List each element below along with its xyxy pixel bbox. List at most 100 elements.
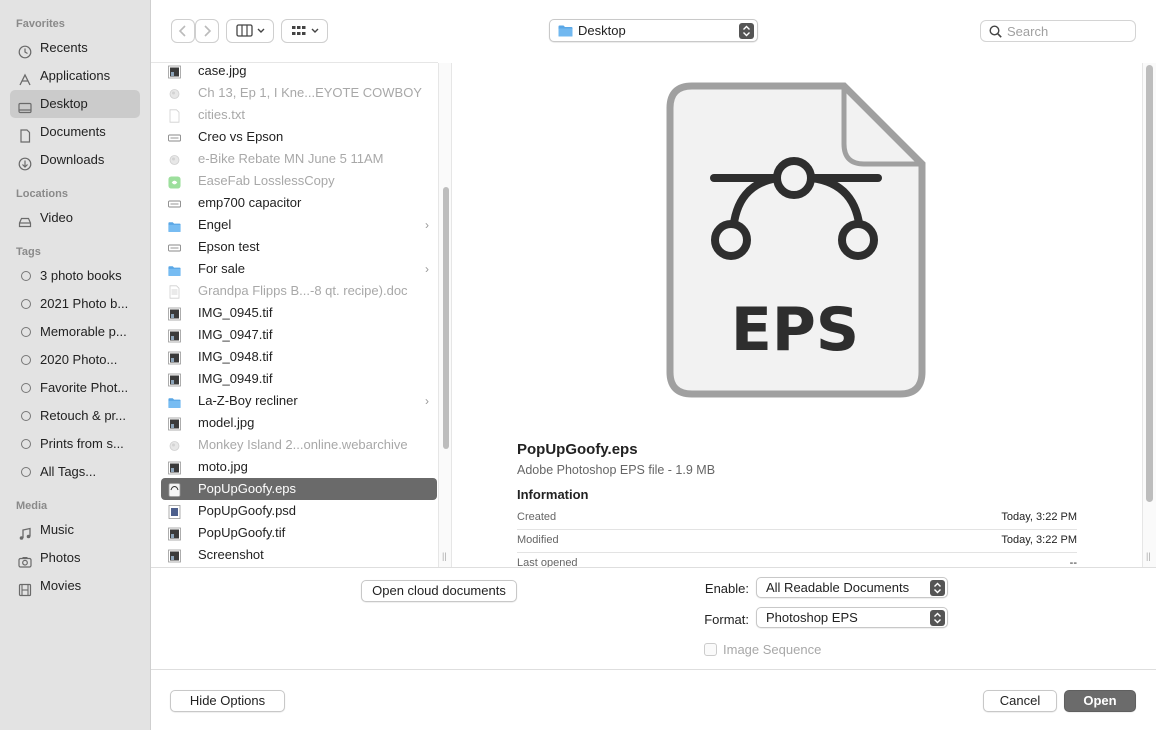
preview-scroll-thumb[interactable] <box>1146 65 1153 502</box>
sidebar-item-applications[interactable]: Applications <box>0 62 140 90</box>
file-row[interactable]: IMG_0949.tif <box>161 368 437 390</box>
file-row[interactable]: EaseFab LosslessCopy <box>161 170 437 192</box>
file-row[interactable]: Epson test <box>161 236 437 258</box>
file-row[interactable]: IMG_0947.tif <box>161 324 437 346</box>
folder-row[interactable]: La-Z-Boy recliner › <box>161 390 437 412</box>
group-by-button[interactable] <box>281 19 328 43</box>
file-row[interactable]: IMG_0945.tif <box>161 302 437 324</box>
preview-scrollbar[interactable]: || <box>1142 63 1156 567</box>
file-name: EaseFab LosslessCopy <box>198 173 335 188</box>
sidebar-item-photos[interactable]: Photos <box>0 544 140 572</box>
file-list-scroll-thumb[interactable] <box>443 187 449 449</box>
sidebar-item-retouch-pr[interactable]: Retouch & pr... <box>0 402 140 430</box>
cancel-button[interactable]: Cancel <box>983 690 1057 712</box>
sidebar-item-label: 3 photo books <box>40 268 122 283</box>
tag-circle-icon <box>21 383 31 393</box>
sidebar-item-documents[interactable]: Documents <box>0 118 140 146</box>
column-resize-handle[interactable]: || <box>442 551 447 561</box>
folder-row[interactable]: Engel › <box>161 214 437 236</box>
format-popup[interactable]: Photoshop EPS <box>756 607 948 628</box>
back-button[interactable] <box>171 19 195 43</box>
download-icon <box>18 153 32 171</box>
file-name: Engel <box>198 217 232 232</box>
sidebar-item-downloads[interactable]: Downloads <box>0 146 140 174</box>
search-icon <box>989 25 1002 38</box>
sidebar-heading-media: Media <box>16 500 48 512</box>
file-name: moto.jpg <box>198 459 248 474</box>
image-file-icon <box>168 460 181 475</box>
file-row[interactable]: Screenshot <box>161 544 437 566</box>
app-icon <box>168 174 181 189</box>
sidebar-item-label: Movies <box>40 578 82 593</box>
grid-view-icon <box>292 26 319 35</box>
info-value: Today, 3:22 PM <box>1001 534 1077 546</box>
sidebar-item-label: Photos <box>40 550 81 565</box>
file-name: PopUpGoofy.tif <box>198 525 286 540</box>
file-row[interactable]: emp700 capacitor <box>161 192 437 214</box>
sidebar-item-memorable-p[interactable]: Memorable p... <box>0 318 140 346</box>
sidebar-item-movies[interactable]: Movies <box>0 572 140 600</box>
sidebar-item-desktop[interactable]: Desktop <box>10 90 140 118</box>
info-row: Modified Today, 3:22 PM <box>517 530 1077 553</box>
image-file-icon <box>168 372 181 387</box>
file-row[interactable]: cities.txt <box>161 104 437 126</box>
enable-popup[interactable]: All Readable Documents <box>756 577 948 598</box>
file-row[interactable]: case.jpg <box>161 63 437 82</box>
view-columns-button[interactable] <box>226 19 274 43</box>
sidebar-item-label: Applications <box>40 68 111 83</box>
file-name: cities.txt <box>198 107 245 122</box>
tag-circle-icon <box>21 439 31 449</box>
file-row[interactable]: model.jpg <box>161 412 437 434</box>
sidebar-item-3-photo-books[interactable]: 3 photo books <box>0 262 140 290</box>
chevron-right-icon <box>204 25 212 37</box>
location-popup[interactable]: Desktop <box>549 19 758 42</box>
preview-resize-handle[interactable]: || <box>1146 551 1151 561</box>
sidebar-item-music[interactable]: Music <box>0 516 140 544</box>
sidebar-item-favorite-phot[interactable]: Favorite Phot... <box>0 374 140 402</box>
file-icon <box>168 196 181 210</box>
search-input[interactable] <box>1007 23 1127 39</box>
sidebar-item-all-tags[interactable]: All Tags... <box>0 458 140 486</box>
sidebar-item-2020-photo[interactable]: 2020 Photo... <box>0 346 140 374</box>
tag-circle-icon <box>21 411 31 421</box>
psd-file-icon <box>168 504 181 519</box>
sidebar-item-prints-from-s[interactable]: Prints from s... <box>0 430 140 458</box>
file-row[interactable]: PopUpGoofy.eps <box>161 478 437 500</box>
search-field[interactable] <box>980 20 1136 42</box>
open-cloud-documents-button[interactable]: Open cloud documents <box>361 580 517 602</box>
file-name: model.jpg <box>198 415 255 430</box>
folder-row[interactable]: For sale › <box>161 258 437 280</box>
file-row[interactable]: Ch 13, Ep 1, I Kne...EYOTE COWBOY <box>161 82 437 104</box>
file-row[interactable]: PopUpGoofy.tif <box>161 522 437 544</box>
file-row[interactable]: e-Bike Rebate MN June 5 11AM <box>161 148 437 170</box>
file-name: IMG_0945.tif <box>198 305 273 320</box>
camera-icon <box>18 551 32 568</box>
file-name: Grandpa Flipps B...-8 qt. recipe).doc <box>198 283 408 298</box>
image-sequence-checkbox[interactable] <box>704 643 717 656</box>
sidebar-heading-locations: Locations <box>16 188 68 200</box>
forward-button[interactable] <box>195 19 219 43</box>
info-key: Modified <box>517 534 559 546</box>
sidebar-item-2021-photo-b[interactable]: 2021 Photo b... <box>0 290 140 318</box>
file-row[interactable]: IMG_0948.tif <box>161 346 437 368</box>
options-panel: Open cloud documents Enable: All Readabl… <box>151 567 1156 669</box>
file-row[interactable]: PopUpGoofy.psd <box>161 500 437 522</box>
file-name: case.jpg <box>198 63 247 78</box>
sidebar-item-recents[interactable]: Recents <box>0 34 140 62</box>
sidebar-item-video[interactable]: Video <box>0 204 140 232</box>
file-row[interactable]: Monkey Island 2...online.webarchive <box>161 434 437 456</box>
file-row[interactable]: moto.jpg <box>161 456 437 478</box>
info-row: Created Today, 3:22 PM <box>517 507 1077 530</box>
open-button[interactable]: Open <box>1064 690 1136 712</box>
sidebar-item-label: Prints from s... <box>40 436 124 451</box>
folder-icon <box>168 218 181 232</box>
file-list-scrollbar[interactable]: || <box>438 63 452 567</box>
tag-circle-icon <box>21 467 31 477</box>
image-sequence-label: Image Sequence <box>723 642 822 657</box>
chevron-left-icon <box>178 25 186 37</box>
file-row[interactable]: Grandpa Flipps B...-8 qt. recipe).doc <box>161 280 437 302</box>
hide-options-button[interactable]: Hide Options <box>170 690 285 712</box>
web-file-icon <box>168 438 181 452</box>
file-row[interactable]: Creo vs Epson <box>161 126 437 148</box>
sidebar-item-label: Recents <box>40 40 88 55</box>
